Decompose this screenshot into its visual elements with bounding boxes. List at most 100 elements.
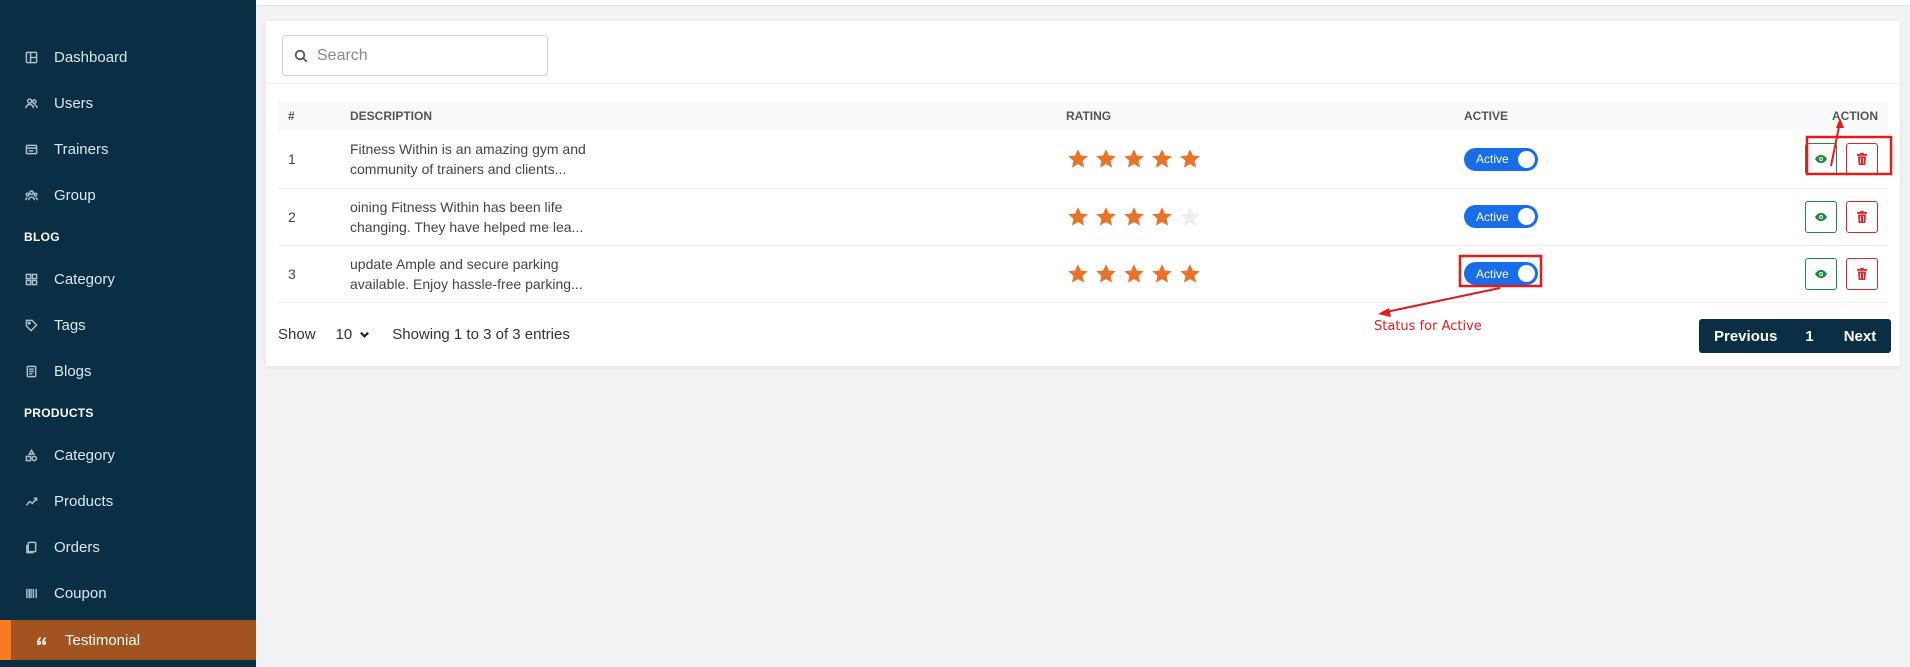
sidebar-item-trainers[interactable]: Trainers	[0, 129, 256, 169]
divider	[266, 83, 1900, 84]
description-line: changing. They have helped me lea...	[350, 218, 584, 235]
column-header-active: ACTIVE	[1454, 101, 1740, 131]
eye-icon	[1815, 155, 1827, 164]
quote-icon	[35, 633, 49, 647]
table-header-row: # DESCRIPTION RATING ACTIVE ACTION	[278, 101, 1888, 131]
star-filled-icon	[1124, 149, 1144, 168]
sidebar-item-blogs[interactable]: Blogs	[0, 351, 256, 391]
sidebar-item-label: Coupon	[54, 584, 107, 602]
delete-button[interactable]	[1846, 257, 1878, 290]
star-filled-icon	[1152, 149, 1172, 168]
group-icon	[24, 188, 38, 202]
star-filled-icon	[1068, 206, 1088, 226]
sidebar-item-group[interactable]: Group	[0, 175, 256, 215]
trainers-icon	[24, 142, 38, 156]
row-description: oining Fitness Within has been life chan…	[340, 188, 1056, 246]
next-page-button[interactable]: Next	[1844, 328, 1877, 345]
sidebar-item-label: Category	[54, 270, 115, 288]
sidebar-item-label: Tags	[54, 316, 86, 334]
view-button[interactable]	[1805, 257, 1837, 290]
entries-info: Showing 1 to 3 of 3 entries	[392, 326, 570, 343]
sidebar: Dashboard Users Trainers Group BLOG Cate…	[0, 0, 256, 667]
table-row: 2 oining Fitness Within has been life ch…	[278, 188, 1888, 246]
sidebar-section-blog: BLOG	[24, 230, 60, 244]
previous-page-button[interactable]: Previous	[1714, 328, 1777, 345]
star-filled-icon	[1124, 206, 1144, 226]
toggle-label: Active	[1476, 266, 1509, 281]
testimonial-table: # DESCRIPTION RATING ACTIVE ACTION 1 Fit…	[278, 101, 1888, 303]
page-size-select[interactable]: 10	[336, 326, 371, 343]
delete-button[interactable]	[1846, 143, 1878, 176]
star-filled-icon	[1152, 206, 1172, 226]
sidebar-item-product-category[interactable]: Category	[0, 435, 256, 475]
sidebar-section-products: PRODUCTS	[24, 406, 94, 420]
table-row: 3 update Ample and secure parking availa…	[278, 245, 1888, 303]
view-button[interactable]	[1805, 200, 1837, 233]
sidebar-item-label: Users	[54, 94, 94, 112]
row-rating	[1056, 245, 1454, 303]
star-filled-icon	[1152, 263, 1172, 283]
row-actions	[1740, 245, 1888, 303]
toggle-knob	[1518, 265, 1535, 282]
star-empty-icon	[1180, 206, 1200, 226]
row-actions	[1740, 131, 1888, 189]
row-active: Active	[1454, 131, 1740, 189]
products-icon	[24, 494, 38, 508]
active-status-toggle[interactable]: Active	[1464, 262, 1538, 285]
orders-icon	[24, 540, 38, 554]
description-line: Fitness Within is an amazing gym and	[350, 141, 586, 158]
description-line: available. Enjoy hassle-free parking...	[350, 275, 583, 292]
row-description: update Ample and secure parking availabl…	[340, 245, 1056, 303]
star-filled-icon	[1068, 263, 1088, 283]
view-button[interactable]	[1805, 143, 1837, 176]
search-icon	[294, 49, 308, 62]
active-status-toggle[interactable]: Active	[1464, 205, 1538, 228]
page-size-value: 10	[335, 326, 353, 343]
star-filled-icon	[1096, 149, 1116, 168]
sidebar-item-products[interactable]: Products	[0, 481, 256, 521]
tag-icon	[24, 318, 38, 332]
category-icon	[24, 272, 38, 286]
description-line: oining Fitness Within has been life	[350, 198, 563, 215]
row-number: 3	[278, 245, 340, 303]
sidebar-item-label: Trainers	[54, 140, 109, 158]
column-header-rating: RATING	[1056, 101, 1454, 131]
row-description: Fitness Within is an amazing gym and com…	[340, 131, 1056, 189]
sidebar-item-orders[interactable]: Orders	[0, 527, 256, 567]
testimonial-table-card: # DESCRIPTION RATING ACTIVE ACTION 1 Fit…	[266, 21, 1900, 366]
page-number-button[interactable]: 1	[1805, 328, 1813, 345]
sidebar-item-label: Blogs	[54, 362, 92, 380]
show-label: Show	[278, 326, 316, 343]
row-number: 1	[278, 131, 340, 189]
row-rating	[1056, 188, 1454, 246]
delete-button[interactable]	[1846, 200, 1878, 233]
sidebar-item-label: Group	[54, 186, 96, 204]
sidebar-item-testimonial[interactable]: Testimonial	[0, 620, 256, 660]
sidebar-item-dashboard[interactable]: Dashboard	[0, 37, 256, 77]
trash-icon	[1857, 210, 1867, 223]
sidebar-item-coupon[interactable]: Coupon	[0, 573, 256, 613]
column-header-description: DESCRIPTION	[340, 101, 1056, 131]
star-rating	[1066, 147, 1444, 171]
sidebar-item-label: Products	[54, 492, 114, 510]
sidebar-item-tags[interactable]: Tags	[0, 305, 256, 345]
row-rating	[1056, 131, 1454, 189]
shapes-icon	[24, 448, 38, 462]
row-active: Active	[1454, 188, 1740, 246]
search-input[interactable]	[317, 46, 527, 65]
toggle-label: Active	[1476, 209, 1509, 224]
sidebar-item-blog-category[interactable]: Category	[0, 259, 256, 299]
description-line: community of trainers and clients...	[350, 161, 567, 178]
sidebar-item-label: Orders	[54, 538, 100, 556]
row-active: Active	[1454, 245, 1740, 303]
users-icon	[24, 96, 38, 110]
star-filled-icon	[1096, 206, 1116, 226]
row-actions	[1740, 188, 1888, 246]
star-filled-icon	[1180, 263, 1200, 283]
sidebar-item-users[interactable]: Users	[0, 83, 256, 123]
eye-icon	[1815, 212, 1827, 221]
search-box[interactable]	[282, 35, 548, 76]
table-row: 1 Fitness Within is an amazing gym and c…	[278, 131, 1888, 189]
active-status-toggle[interactable]: Active	[1464, 147, 1538, 171]
column-header-action: ACTION	[1740, 101, 1888, 131]
